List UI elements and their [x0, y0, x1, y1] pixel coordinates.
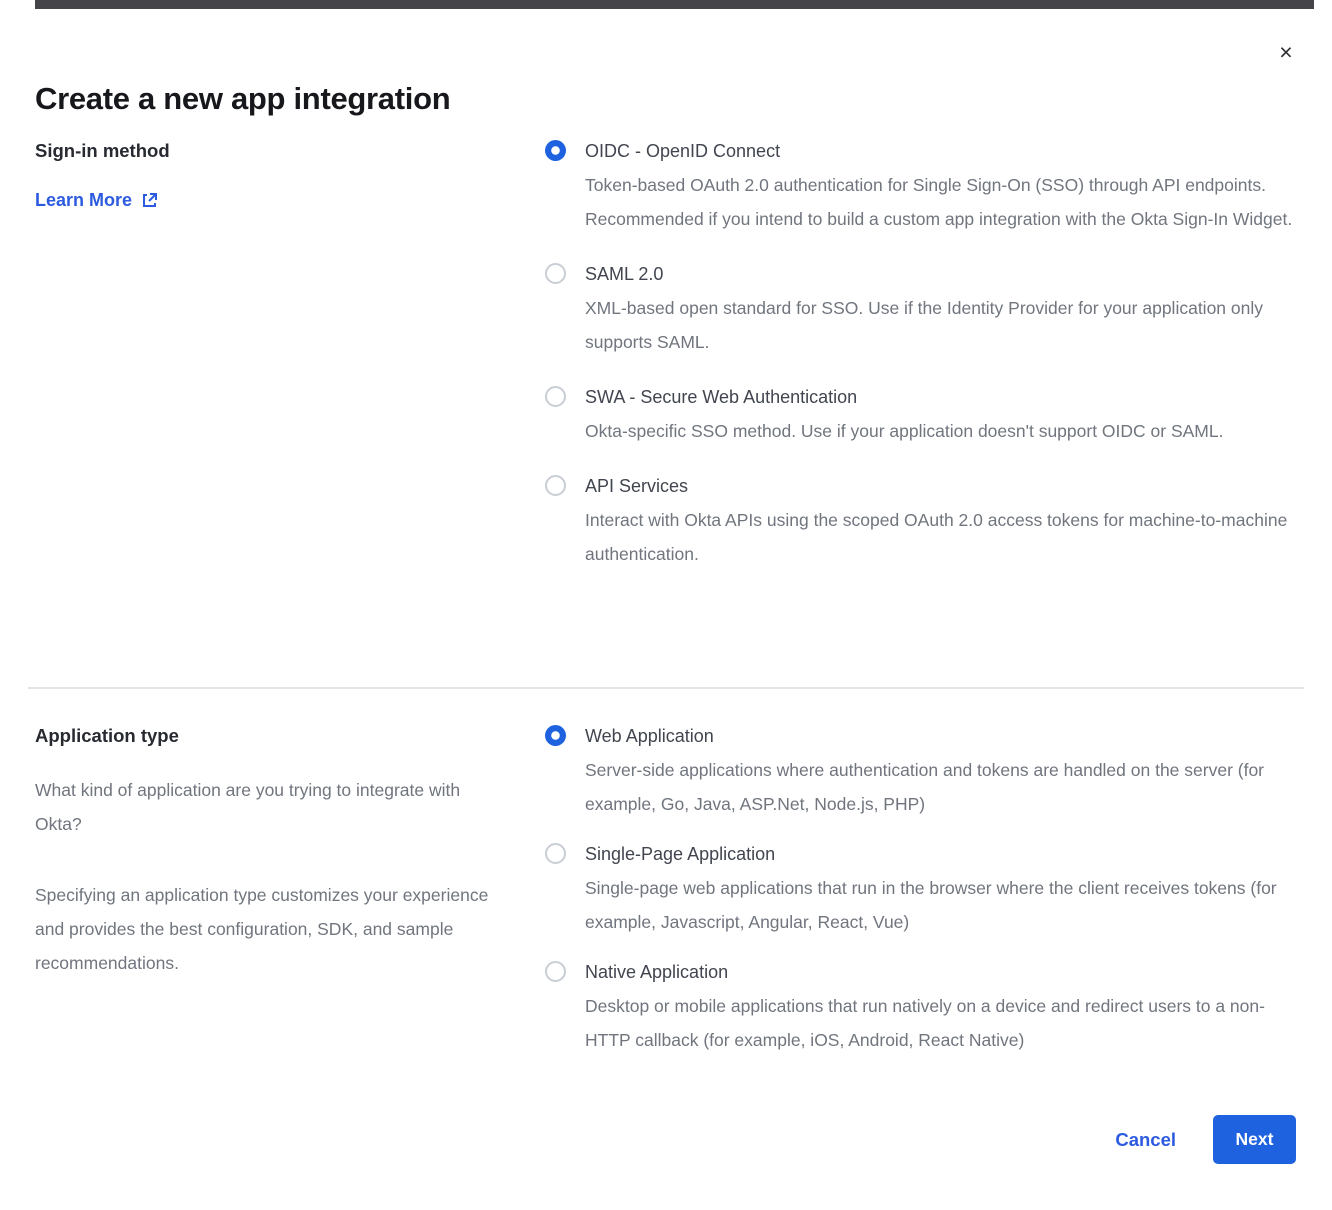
- radio-button[interactable]: [545, 386, 566, 407]
- application-type-section: Application type What kind of applicatio…: [35, 724, 1304, 1078]
- application-type-description: Specifying an application type customize…: [35, 878, 509, 980]
- radio-option-description: Okta-specific SSO method. Use if your ap…: [585, 414, 1223, 448]
- external-link-icon: [141, 192, 158, 209]
- radio-button[interactable]: [545, 843, 566, 864]
- dialog-title: Create a new app integration: [35, 81, 450, 117]
- radio-option-description: Token-based OAuth 2.0 authentication for…: [585, 168, 1299, 236]
- application-type-options: Web Application Server-side applications…: [545, 724, 1304, 1078]
- radio-option-description: Interact with Okta APIs using the scoped…: [585, 503, 1299, 571]
- radio-option[interactable]: Web Application Server-side applications…: [545, 724, 1304, 821]
- application-type-label: Application type: [35, 724, 545, 748]
- learn-more-link[interactable]: Learn More: [35, 190, 158, 211]
- section-divider: [28, 687, 1304, 689]
- radio-option-label: SAML 2.0: [585, 262, 1299, 286]
- radio-option-description: XML-based open standard for SSO. Use if …: [585, 291, 1299, 359]
- radio-option-label: OIDC - OpenID Connect: [585, 139, 1299, 163]
- radio-option-description: Single-page web applications that run in…: [585, 871, 1299, 939]
- window-top-edge: [35, 0, 1314, 9]
- radio-button[interactable]: [545, 961, 566, 982]
- radio-button[interactable]: [545, 475, 566, 496]
- radio-option[interactable]: OIDC - OpenID Connect Token-based OAuth …: [545, 139, 1304, 236]
- learn-more-label: Learn More: [35, 190, 132, 211]
- signin-method-section: Sign-in method Learn More OIDC - OpenID …: [35, 139, 1304, 597]
- close-button[interactable]: ×: [1272, 38, 1300, 66]
- signin-method-left-column: Sign-in method Learn More: [35, 139, 545, 597]
- radio-option[interactable]: Single-Page Application Single-page web …: [545, 842, 1304, 939]
- radio-option[interactable]: SWA - Secure Web Authentication Okta-spe…: [545, 385, 1304, 448]
- radio-option-label: Web Application: [585, 724, 1299, 748]
- radio-option-label: SWA - Secure Web Authentication: [585, 385, 1223, 409]
- radio-option-label: Native Application: [585, 960, 1299, 984]
- signin-method-options: OIDC - OpenID Connect Token-based OAuth …: [545, 139, 1304, 597]
- radio-option[interactable]: SAML 2.0 XML-based open standard for SSO…: [545, 262, 1304, 359]
- signin-method-label: Sign-in method: [35, 139, 545, 163]
- dialog-footer: Cancel Next: [1115, 1115, 1296, 1164]
- radio-option-description: Desktop or mobile applications that run …: [585, 989, 1299, 1057]
- radio-option-label: Single-Page Application: [585, 842, 1299, 866]
- radio-option-label: API Services: [585, 474, 1299, 498]
- cancel-button[interactable]: Cancel: [1115, 1129, 1176, 1151]
- radio-option[interactable]: Native Application Desktop or mobile app…: [545, 960, 1304, 1057]
- radio-button[interactable]: [545, 263, 566, 284]
- radio-option[interactable]: API Services Interact with Okta APIs usi…: [545, 474, 1304, 571]
- radio-button[interactable]: [545, 725, 566, 746]
- application-type-question: What kind of application are you trying …: [35, 773, 509, 841]
- application-type-left-column: Application type What kind of applicatio…: [35, 724, 545, 1078]
- next-button[interactable]: Next: [1213, 1115, 1296, 1164]
- close-icon: ×: [1279, 39, 1292, 65]
- radio-option-description: Server-side applications where authentic…: [585, 753, 1299, 821]
- radio-button[interactable]: [545, 140, 566, 161]
